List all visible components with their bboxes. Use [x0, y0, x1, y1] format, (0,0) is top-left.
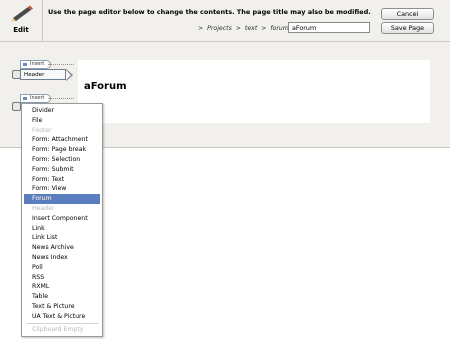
editor-toolbar: Edit Use the page editor below to change…: [0, 0, 450, 42]
menu-item-table[interactable]: Table: [24, 292, 100, 302]
menu-item-form-selection[interactable]: Form: Selection: [24, 155, 100, 165]
edit-label: Edit: [13, 26, 29, 34]
page-title-input[interactable]: [288, 22, 370, 33]
menu-item-form-attachment[interactable]: Form: Attachment: [24, 135, 100, 145]
pencil-icon: [11, 5, 33, 22]
menu-item-link[interactable]: Link: [24, 224, 100, 234]
header-chip-label: Header: [24, 72, 45, 78]
insert-tag-label: Insert: [30, 95, 45, 101]
menu-item-form-page-break[interactable]: Form: Page break: [24, 145, 100, 155]
menu-item-news-archive[interactable]: News Archive: [24, 243, 100, 253]
menu-item-text-picture[interactable]: Text & Picture: [24, 302, 100, 312]
menu-item-link-list[interactable]: Link List: [24, 233, 100, 243]
menu-item-file[interactable]: File: [24, 116, 100, 126]
menu-item-rss[interactable]: RSS: [24, 273, 100, 283]
menu-item-news-index[interactable]: News Index: [24, 253, 100, 263]
breadcrumb-separator: >: [235, 25, 241, 32]
section-handle-icon[interactable]: [12, 102, 21, 111]
menu-item-clipboard-empty: Clipboard Empty: [32, 326, 84, 333]
breadcrumb-separator: >: [198, 25, 204, 32]
editor-instruction: Use the page editor below to change the …: [48, 8, 371, 16]
menu-item-poll[interactable]: Poll: [24, 263, 100, 273]
menu-separator: [26, 323, 98, 324]
menu-item-form-submit[interactable]: Form: Submit: [24, 165, 100, 175]
menu-item-footer: Footer: [32, 126, 52, 134]
insert-point-line: [48, 64, 74, 65]
cancel-button[interactable]: Cancel: [381, 8, 434, 20]
header-chip-arrow-fill: [66, 70, 71, 80]
page-content-area: [78, 60, 430, 123]
header-component-chip[interactable]: Header: [20, 69, 66, 80]
menu-item-ua-text-picture[interactable]: UA Text & Picture: [24, 312, 100, 322]
page-heading: aForum: [84, 81, 127, 92]
menu-item-forum[interactable]: Forum: [24, 194, 100, 204]
menu-item-form-text[interactable]: Form: Text: [24, 175, 100, 185]
breadcrumb-separator: >: [261, 25, 267, 32]
insert-tag-top[interactable]: Insert: [20, 60, 52, 69]
menu-item-divider[interactable]: Divider: [24, 106, 100, 116]
edit-mode-indicator: Edit: [0, 0, 43, 41]
menu-item-header: Header: [32, 205, 55, 212]
insert-component-menu: Divider File Footer Form: Attachment For…: [21, 103, 103, 337]
insert-tag-label: Insert: [30, 61, 45, 67]
menu-item-insert-component[interactable]: Insert Component: [24, 214, 100, 224]
insert-point-line: [48, 98, 74, 99]
menu-item-form-view[interactable]: Form: View: [24, 184, 100, 194]
breadcrumb-item-text[interactable]: text: [245, 25, 257, 32]
breadcrumb-item-projects[interactable]: Projects: [207, 25, 232, 32]
insert-tag-active[interactable]: Insert: [20, 94, 52, 103]
breadcrumb: > Projects > text > forum >: [196, 25, 300, 32]
menu-item-rxml[interactable]: RXML: [24, 282, 100, 292]
save-page-button[interactable]: Save Page: [381, 22, 434, 34]
breadcrumb-item-forum[interactable]: forum: [270, 25, 288, 32]
